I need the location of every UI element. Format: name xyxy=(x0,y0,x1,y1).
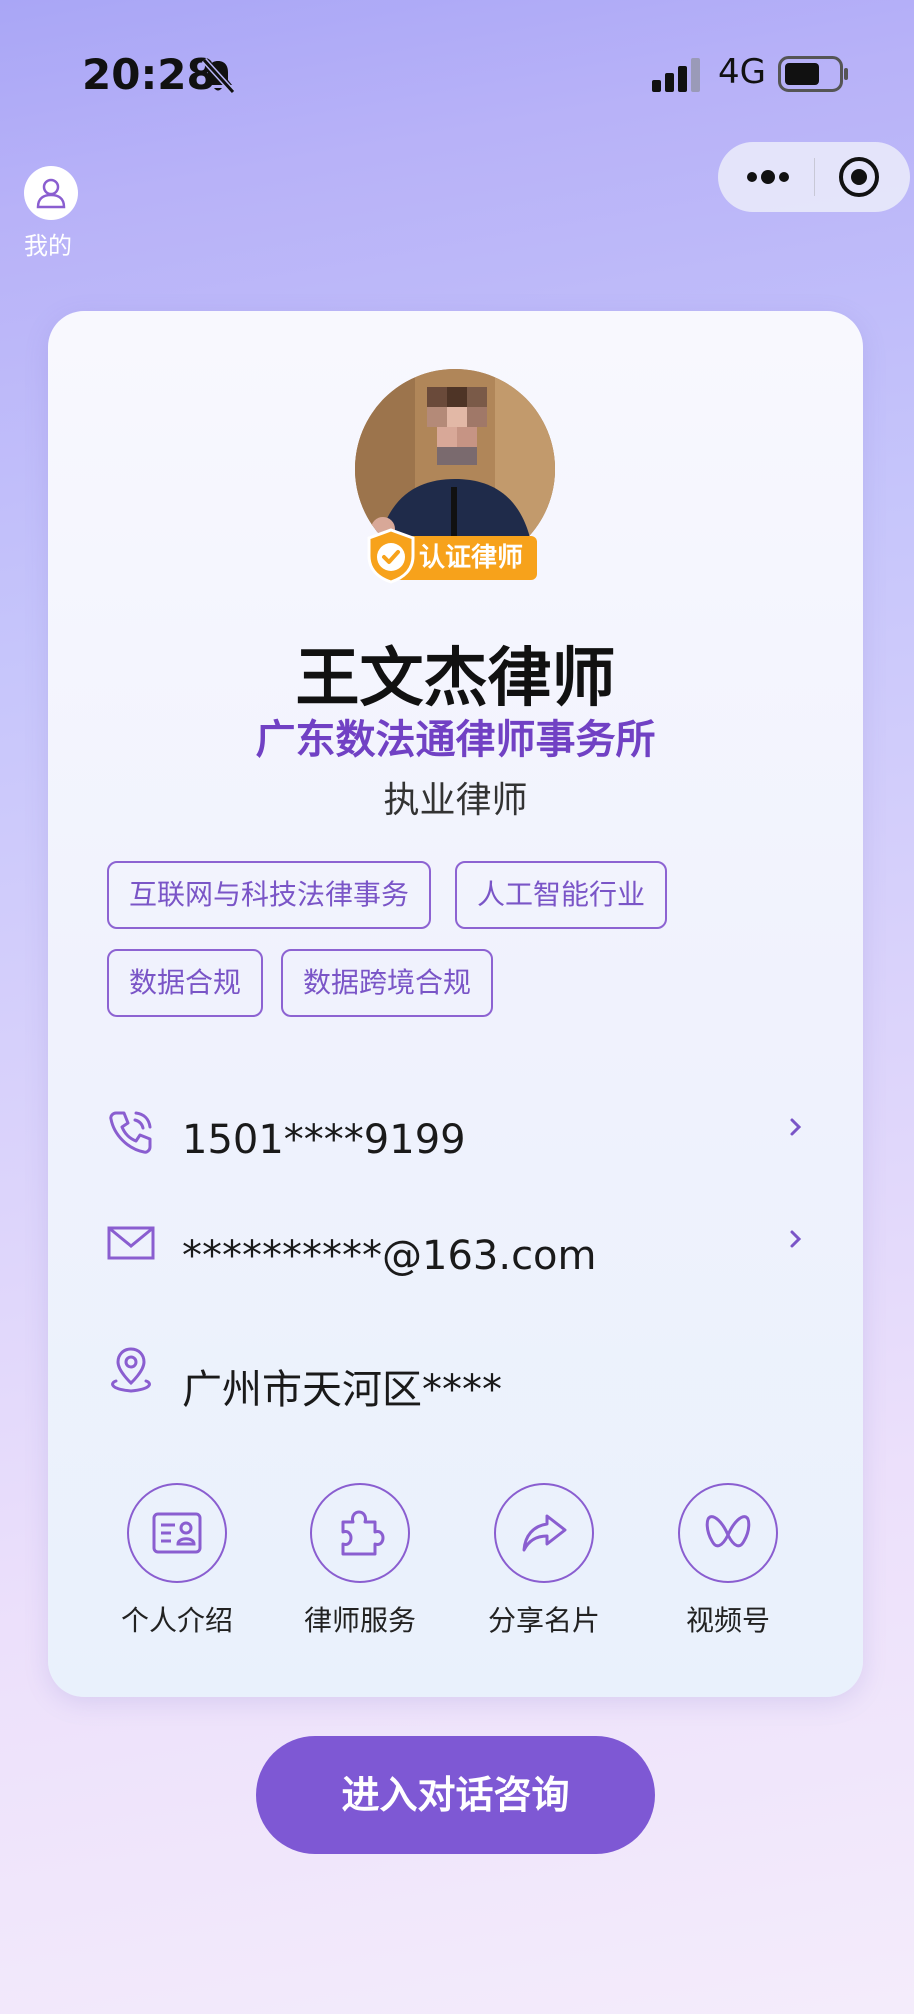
phone-row[interactable]: 1501****9199 xyxy=(106,1107,806,1167)
network-type: 4G xyxy=(718,52,766,92)
chevron-right-icon xyxy=(790,1230,802,1248)
tag-item: 数据合规 xyxy=(107,949,264,1017)
firm-name: 广东数法通律师事务所 xyxy=(255,717,656,763)
chevron-right-icon xyxy=(790,1118,802,1136)
lawyer-title: 执业律师 xyxy=(383,780,528,821)
battery-icon xyxy=(778,56,848,92)
verified-badge: 认证律师 xyxy=(365,528,538,584)
action-label: 个人介绍 xyxy=(120,1604,233,1637)
signal-icon xyxy=(652,58,700,92)
intro-button[interactable]: 个人介绍 xyxy=(102,1483,252,1639)
tag-item: 互联网与科技法律事务 xyxy=(107,861,432,929)
action-label: 分享名片 xyxy=(487,1604,600,1637)
id-card-icon xyxy=(127,1483,227,1583)
start-consultation-button[interactable]: 进入对话咨询 xyxy=(256,1736,655,1854)
services-button[interactable]: 律师服务 xyxy=(285,1483,435,1639)
channels-button[interactable]: 视频号 xyxy=(653,1483,803,1639)
more-icon[interactable] xyxy=(744,162,792,192)
share-icon xyxy=(494,1483,594,1583)
mail-icon xyxy=(107,1226,155,1260)
puzzle-icon xyxy=(310,1483,410,1583)
address-text: 广州市天河区**** xyxy=(182,1367,502,1413)
target-icon[interactable] xyxy=(838,156,880,198)
lawyer-card: 认证律师 王文杰律师 广东数法通律师事务所 执业律师 互联网与科技法律事务 人工… xyxy=(48,311,863,1697)
email-row[interactable]: **********@163.com xyxy=(106,1219,806,1279)
mini-program-capsule xyxy=(718,142,910,212)
channels-icon xyxy=(678,1483,778,1583)
location-icon xyxy=(111,1347,151,1393)
user-icon xyxy=(24,166,78,220)
phone-icon xyxy=(109,1111,152,1154)
tag-item: 数据跨境合规 xyxy=(281,949,494,1017)
tag-item: 人工智能行业 xyxy=(455,861,668,929)
mine-button[interactable]: 我的 xyxy=(24,166,78,261)
bell-muted-icon xyxy=(201,57,236,95)
lawyer-name: 王文杰律师 xyxy=(295,642,616,716)
share-card-button[interactable]: 分享名片 xyxy=(469,1483,619,1639)
action-label: 律师服务 xyxy=(303,1604,416,1637)
phone-number: 1501****9199 xyxy=(182,1117,466,1163)
status-time: 20:28 xyxy=(82,50,216,99)
shield-check-icon xyxy=(367,528,415,584)
mine-label: 我的 xyxy=(24,232,72,260)
email-address: **********@163.com xyxy=(182,1233,597,1279)
address-row[interactable]: 广州市天河区**** xyxy=(106,1345,806,1413)
action-label: 视频号 xyxy=(685,1604,770,1637)
status-bar: 20:28 4G xyxy=(0,0,914,140)
capsule-divider xyxy=(814,158,815,196)
